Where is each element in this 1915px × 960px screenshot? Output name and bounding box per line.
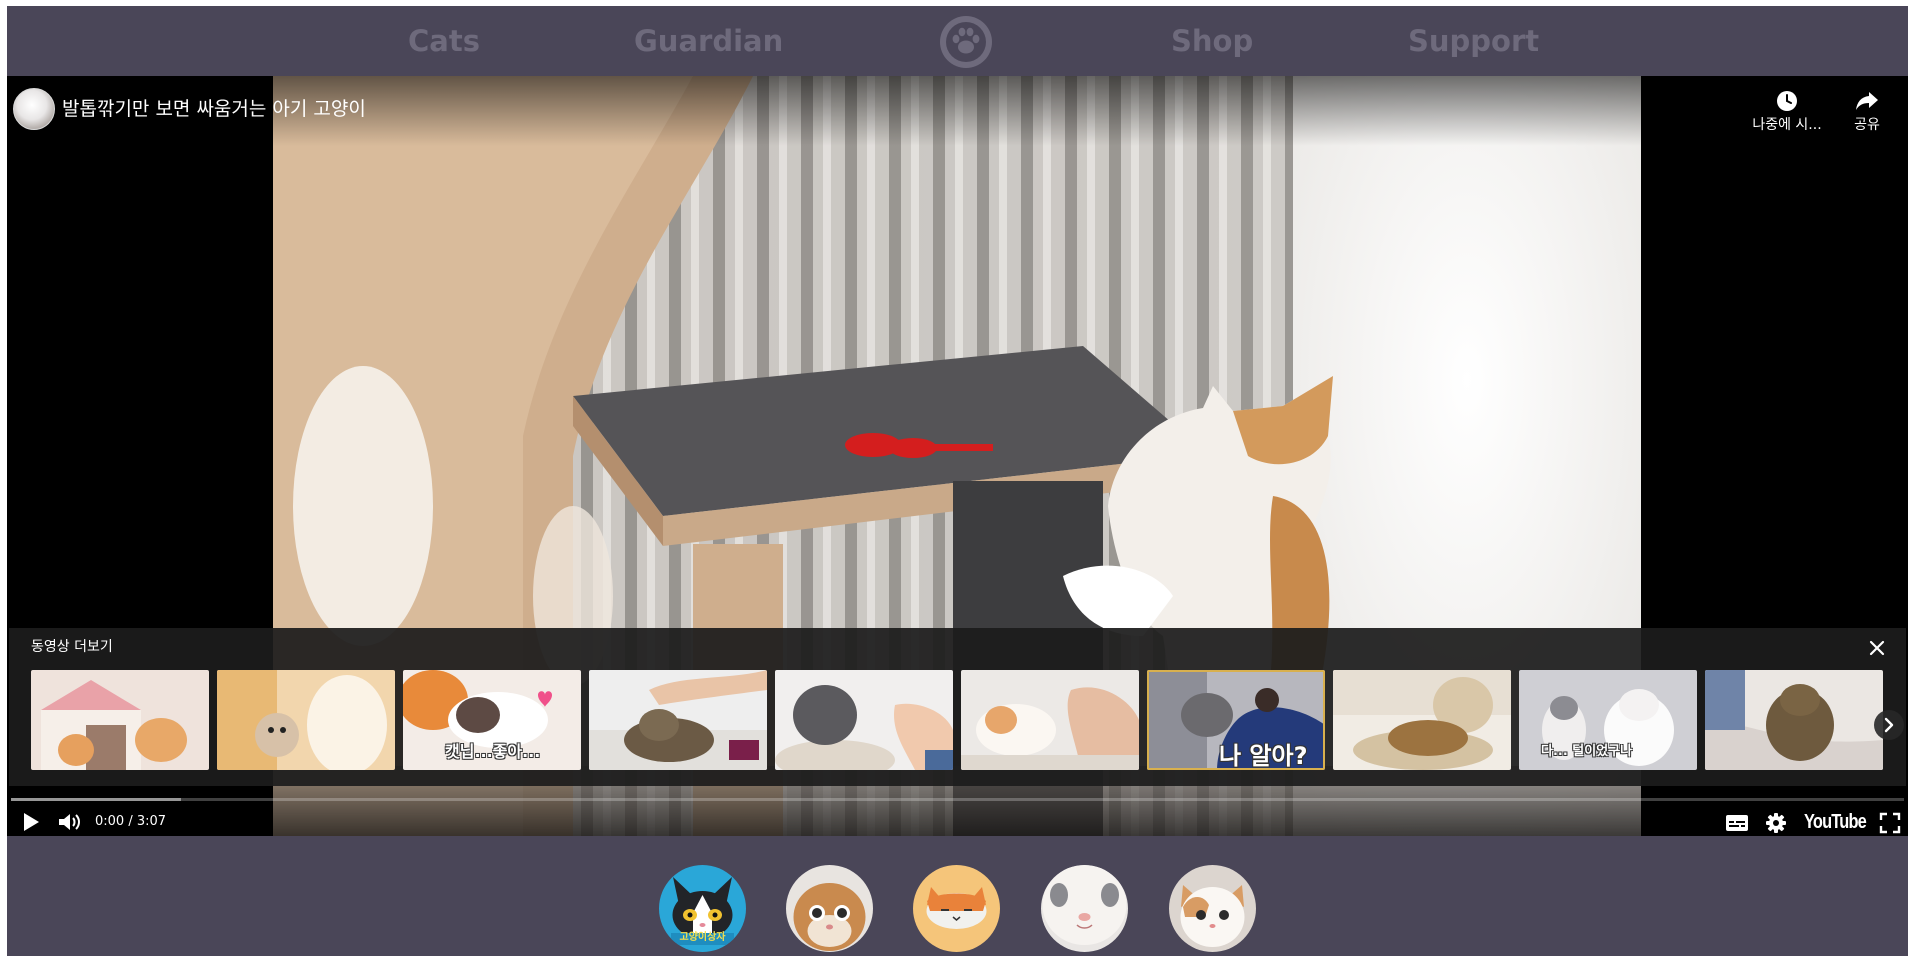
top-nav: Cats Guardian Shop Support <box>7 6 1908 76</box>
nav-link-guardian[interactable]: Guardian <box>634 24 783 58</box>
video-thumbnail[interactable]: 다... 털이었구나 <box>1519 670 1697 770</box>
clock-icon <box>1777 91 1797 111</box>
subtitles-icon[interactable] <box>1725 813 1749 833</box>
progress-bar[interactable] <box>11 798 1904 801</box>
video-thumbnail[interactable] <box>775 670 953 770</box>
thumbnail-caption: 캣닙...좋아... <box>445 742 541 761</box>
channel-avatar[interactable] <box>13 88 55 130</box>
cat-avatar-4[interactable] <box>1041 865 1128 952</box>
youtube-logo[interactable]: YouTube <box>1804 810 1867 834</box>
close-icon[interactable] <box>1867 638 1887 658</box>
nav-link-support[interactable]: Support <box>1408 24 1539 58</box>
more-videos-list: 캣닙...좋아... 나 알아? 다... 털이었구나 <box>31 670 1899 770</box>
cat-avatar-5[interactable] <box>1169 865 1256 952</box>
video-thumbnail[interactable]: 캣닙...좋아... <box>403 670 581 770</box>
video-thumbnail[interactable]: 나 알아? <box>1147 670 1325 770</box>
video-thumbnail[interactable] <box>217 670 395 770</box>
watch-later-label: 나중에 시... <box>1752 117 1822 133</box>
share-arrow-icon <box>1856 92 1878 110</box>
video-title-bar: 발톱깎기만 보면 싸움거는 아기 고양이 나중에 시... 공유 <box>7 76 1908 146</box>
nav-link-shop[interactable]: Shop <box>1171 24 1253 58</box>
chevron-right-icon[interactable] <box>1874 710 1904 740</box>
cat-avatar-2[interactable] <box>786 865 873 952</box>
cat-avatar-3[interactable] <box>913 865 1000 952</box>
more-videos-title: 동영상 더보기 <box>31 639 113 655</box>
nav-link-cats[interactable]: Cats <box>408 24 480 58</box>
paw-icon[interactable] <box>938 14 994 70</box>
more-videos-panel: 동영상 더보기 캣닙...좋아... 나 알아? 다... 털이었구나 <box>9 628 1906 786</box>
video-thumbnail[interactable] <box>589 670 767 770</box>
volume-icon[interactable] <box>57 811 83 833</box>
fullscreen-icon[interactable] <box>1879 812 1901 834</box>
page-frame: Cats Guardian Shop Support 발톱깎기만 보면 싸움거는… <box>7 6 1908 956</box>
gear-icon[interactable] <box>1765 812 1787 834</box>
thumbnail-caption: 나 알아? <box>1219 742 1308 770</box>
watch-later-button[interactable]: 나중에 시... <box>1747 90 1827 134</box>
time-display: 0:00 / 3:07 <box>95 814 167 829</box>
cat-avatar-1[interactable]: 고양이상자 <box>659 865 746 952</box>
player-controls: 0:00 / 3:07 YouTube <box>7 786 1908 836</box>
video-player[interactable]: 발톱깎기만 보면 싸움거는 아기 고양이 나중에 시... 공유 동영상 더보기 <box>7 76 1908 836</box>
share-label: 공유 <box>1854 117 1880 133</box>
video-title[interactable]: 발톱깎기만 보면 싸움거는 아기 고양이 <box>62 96 366 122</box>
share-button[interactable]: 공유 <box>1827 90 1907 134</box>
avatar-label: 고양이상자 <box>679 932 726 943</box>
progress-loaded <box>11 798 182 801</box>
video-thumbnail[interactable] <box>1333 670 1511 770</box>
video-thumbnail[interactable] <box>1705 670 1883 770</box>
video-thumbnail[interactable] <box>961 670 1139 770</box>
play-icon[interactable] <box>21 811 41 833</box>
video-thumbnail[interactable] <box>31 670 209 770</box>
thumbnail-caption: 다... 털이었구나 <box>1541 744 1633 759</box>
cat-avatar-row: 고양이상자 <box>7 836 1908 956</box>
